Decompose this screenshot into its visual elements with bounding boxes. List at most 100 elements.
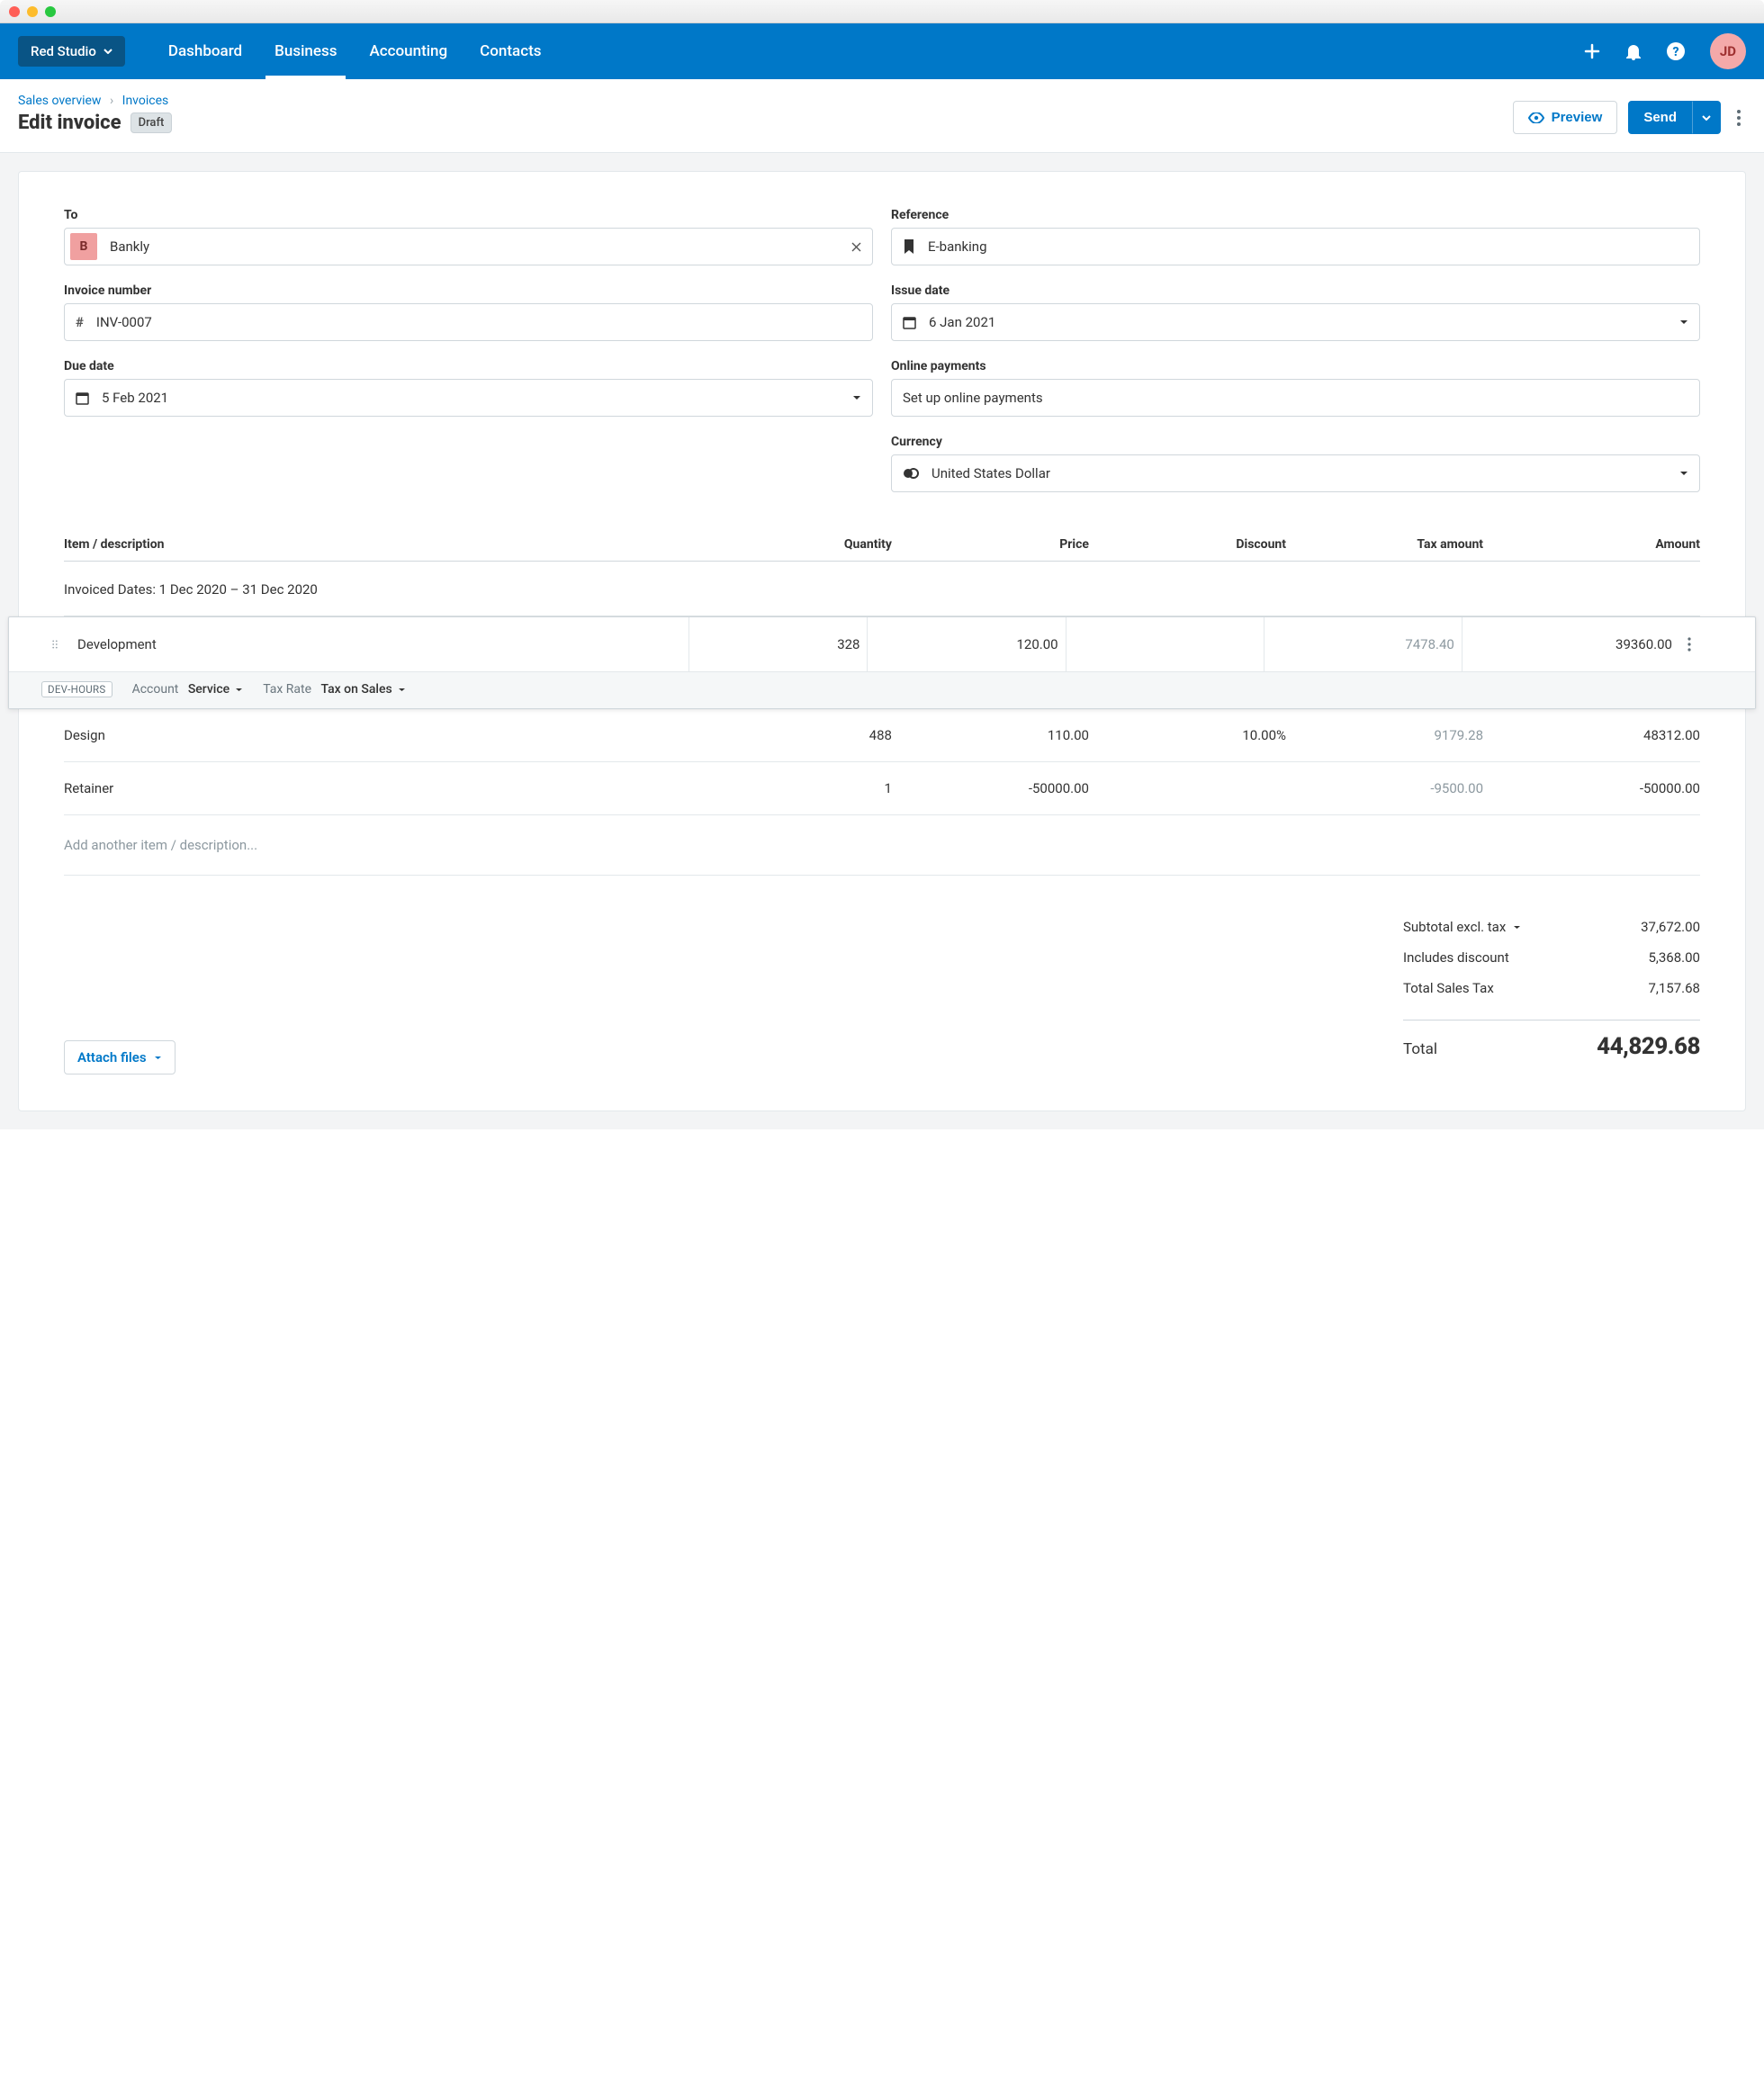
hash-icon: #: [76, 314, 84, 330]
field-due-date: Due date 5 Feb 2021: [64, 359, 873, 417]
avatar[interactable]: JD: [1710, 33, 1746, 69]
chevron-down-icon: [1679, 471, 1688, 476]
calendar-icon: [903, 316, 916, 329]
col-price: Price: [892, 537, 1089, 552]
nav-dashboard[interactable]: Dashboard: [152, 23, 258, 79]
line-item-price: 110.00: [892, 727, 1089, 743]
clear-to-button[interactable]: [851, 242, 861, 252]
add-line-item-placeholder: Add another item / description...: [64, 837, 715, 853]
divider: [1403, 1020, 1700, 1021]
primary-nav: Dashboard Business Accounting Contacts: [152, 23, 558, 79]
help-icon[interactable]: ?: [1667, 42, 1685, 60]
invoice-number-value: INV-0007: [96, 314, 861, 330]
online-payments-input[interactable]: Set up online payments: [891, 379, 1700, 417]
nav-contacts[interactable]: Contacts: [464, 23, 557, 79]
attach-files-label: Attach files: [77, 1049, 147, 1065]
close-window-button[interactable]: [9, 6, 20, 17]
line-item-description: Design: [64, 727, 715, 743]
line-item-amount: 48312.00: [1483, 727, 1700, 743]
bell-icon[interactable]: [1625, 42, 1642, 60]
bookmark-icon: [903, 239, 915, 254]
line-item-description: Retainer: [64, 780, 715, 796]
drag-handle-icon[interactable]: [45, 617, 65, 671]
maximize-window-button[interactable]: [45, 6, 56, 17]
org-name: Red Studio: [31, 43, 96, 59]
subtotal-value: 37,672.00: [1641, 919, 1700, 935]
reference-input[interactable]: E-banking: [891, 228, 1700, 265]
breadcrumb-invoices[interactable]: Invoices: [122, 94, 169, 108]
col-qty: Quantity: [715, 537, 892, 552]
page-menu-button[interactable]: [1732, 104, 1746, 131]
line-item-discount[interactable]: [1066, 617, 1264, 671]
line-item-price[interactable]: 120.00: [867, 617, 1065, 671]
subtotal-label[interactable]: Subtotal excl. tax: [1403, 919, 1521, 935]
line-item-qty: 1: [715, 780, 892, 796]
field-invoice-number: Invoice number # INV-0007: [64, 283, 873, 341]
line-item-menu-button[interactable]: [1679, 617, 1699, 671]
discount-label: Includes discount: [1403, 949, 1509, 966]
issue-date-value: 6 Jan 2021: [929, 314, 1667, 330]
nav-business[interactable]: Business: [258, 23, 353, 79]
currency-value: United States Dollar: [932, 465, 1667, 481]
add-line-item[interactable]: Add another item / description...: [64, 815, 1700, 876]
invoice-form: To B Bankly Reference E-banking: [64, 208, 1700, 492]
line-item-tax: 7478.40: [1264, 617, 1462, 671]
page-title: Edit invoice: [18, 112, 122, 134]
line-item-row[interactable]: Retainer 1 -50000.00 -9500.00 -50000.00: [64, 762, 1700, 815]
send-button[interactable]: Send: [1628, 101, 1692, 134]
org-switcher[interactable]: Red Studio: [18, 36, 125, 67]
issue-date-input[interactable]: 6 Jan 2021: [891, 303, 1700, 341]
preview-button[interactable]: Preview: [1513, 101, 1618, 134]
line-item-row[interactable]: Design 488 110.00 10.00% 9179.28 48312.0…: [64, 709, 1700, 762]
send-more-button[interactable]: [1692, 101, 1721, 134]
eye-icon: [1528, 112, 1544, 123]
line-item-qty[interactable]: 328: [688, 617, 867, 671]
svg-text:?: ?: [1672, 45, 1678, 59]
page-header: Sales overview › Invoices Edit invoice D…: [0, 79, 1764, 153]
chevron-down-icon: [852, 395, 861, 400]
tax-value: 7,157.68: [1649, 980, 1701, 996]
to-value: Bankly: [110, 238, 839, 255]
chevron-down-icon: [235, 688, 243, 692]
send-split-button: Send: [1628, 101, 1721, 134]
line-item-discount: 10.00%: [1089, 727, 1286, 743]
chevron-down-icon: [1679, 319, 1688, 325]
taxrate-select[interactable]: Tax on Sales: [320, 682, 405, 697]
breadcrumb: Sales overview › Invoices: [18, 94, 172, 108]
invoice-card: To B Bankly Reference E-banking: [18, 171, 1746, 1111]
account-select[interactable]: Service: [188, 682, 243, 697]
send-label: Send: [1643, 110, 1677, 125]
col-tax: Tax amount: [1286, 537, 1483, 552]
due-date-input[interactable]: 5 Feb 2021: [64, 379, 873, 417]
invoiced-dates: Invoiced Dates: 1 Dec 2020 – 31 Dec 2020: [64, 562, 1700, 616]
line-item-description[interactable]: Development: [65, 617, 688, 671]
invoice-number-input[interactable]: # INV-0007: [64, 303, 873, 341]
nav-accounting[interactable]: Accounting: [353, 23, 464, 79]
line-item-price: -50000.00: [892, 780, 1089, 796]
plus-icon[interactable]: [1584, 43, 1600, 59]
line-item-amount: -50000.00: [1483, 780, 1700, 796]
total-label: Total: [1403, 1040, 1437, 1058]
status-badge: Draft: [130, 112, 173, 133]
app-bar: Red Studio Dashboard Business Accounting…: [0, 23, 1764, 79]
line-item-tax: 9179.28: [1286, 727, 1483, 743]
field-label-issue-date: Issue date: [891, 283, 1700, 298]
line-items: Item / description Quantity Price Discou…: [64, 528, 1700, 876]
field-label-currency: Currency: [891, 435, 1700, 449]
item-code-chip[interactable]: DEV-HOURS: [41, 681, 112, 697]
breadcrumb-sales-overview[interactable]: Sales overview: [18, 94, 101, 108]
chevron-down-icon: [398, 688, 406, 692]
chevron-right-icon: ›: [110, 94, 113, 108]
tax-label: Total Sales Tax: [1403, 980, 1494, 996]
field-label-due-date: Due date: [64, 359, 873, 373]
line-item-active: Development 328 120.00 7478.40 39360.00: [64, 616, 1700, 709]
attach-files-button[interactable]: Attach files: [64, 1040, 176, 1074]
col-item: Item / description: [64, 537, 715, 552]
chevron-down-icon: [1513, 925, 1521, 930]
window-chrome: [0, 0, 1764, 23]
currency-input[interactable]: United States Dollar: [891, 454, 1700, 492]
minimize-window-button[interactable]: [27, 6, 38, 17]
field-online-payments: Online payments Set up online payments: [891, 359, 1700, 417]
field-label-reference: Reference: [891, 208, 1700, 222]
to-input[interactable]: B Bankly: [64, 228, 873, 265]
